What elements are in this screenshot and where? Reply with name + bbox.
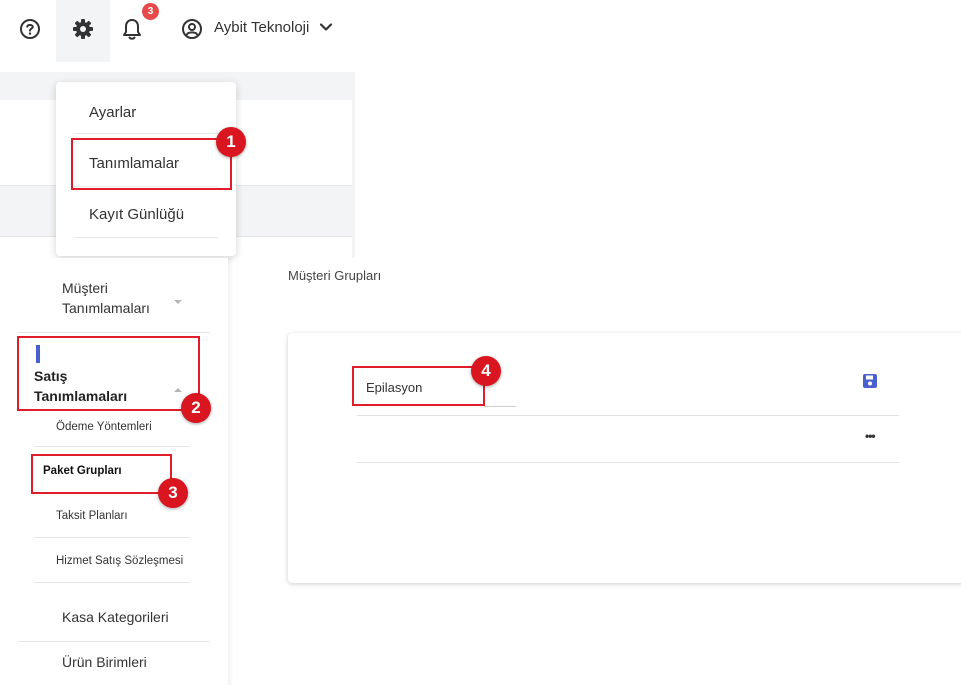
sidebar-divider [18, 332, 210, 333]
menu-item-ayarlar[interactable]: Ayarlar [89, 104, 136, 121]
bell-icon[interactable] [118, 15, 146, 43]
step-marker: 2 [181, 393, 211, 423]
company-selector[interactable]: Aybit Teknoloji [214, 19, 309, 36]
sidebar-item-musteri-tanimlamalari[interactable]: Müşteri Tanımlamaları [62, 278, 172, 318]
sidebar-subitem-odeme-yontemleri[interactable]: Ödeme Yöntemleri [56, 421, 152, 433]
row-divider [357, 462, 899, 463]
highlight-box [17, 336, 200, 411]
highlight-box [31, 454, 172, 494]
sidebar-subitem-taksit-planlari[interactable]: Taksit Planları [56, 510, 128, 522]
row-divider [357, 415, 899, 416]
sidebar-shadow [228, 258, 234, 685]
more-options-icon[interactable]: ••• [865, 429, 876, 443]
sidebar-item-kasa-kategorileri[interactable]: Kasa Kategorileri [62, 607, 169, 627]
chevron-down-icon[interactable] [319, 20, 333, 39]
menu-divider [74, 237, 218, 238]
sidebar-divider [34, 537, 190, 538]
user-circle-icon[interactable] [178, 15, 206, 43]
menu-divider [74, 133, 218, 134]
gear-icon[interactable] [69, 15, 97, 43]
menu-item-kayit-gunlugu[interactable]: Kayıt Günlüğü [89, 206, 184, 223]
sidebar-divider [34, 582, 190, 583]
help-icon[interactable] [16, 15, 44, 43]
page-title: Müşteri Grupları [288, 268, 382, 283]
notification-badge: 3 [142, 3, 159, 20]
sidebar-divider [34, 446, 190, 447]
sidebar-subitem-hizmet-satis-sozlesmesi[interactable]: Hizmet Satış Sözleşmesi [56, 555, 183, 567]
highlight-box [352, 366, 485, 406]
sidebar-divider [18, 641, 210, 642]
highlight-box [71, 138, 232, 190]
caret-down-icon[interactable] [173, 292, 183, 310]
step-marker: 4 [471, 356, 501, 386]
sidebar-item-urun-birimleri[interactable]: Ürün Birimleri [62, 652, 147, 672]
step-marker: 3 [158, 478, 188, 508]
input-underline [484, 406, 516, 407]
save-icon[interactable] [862, 373, 878, 394]
step-marker: 1 [216, 127, 246, 157]
